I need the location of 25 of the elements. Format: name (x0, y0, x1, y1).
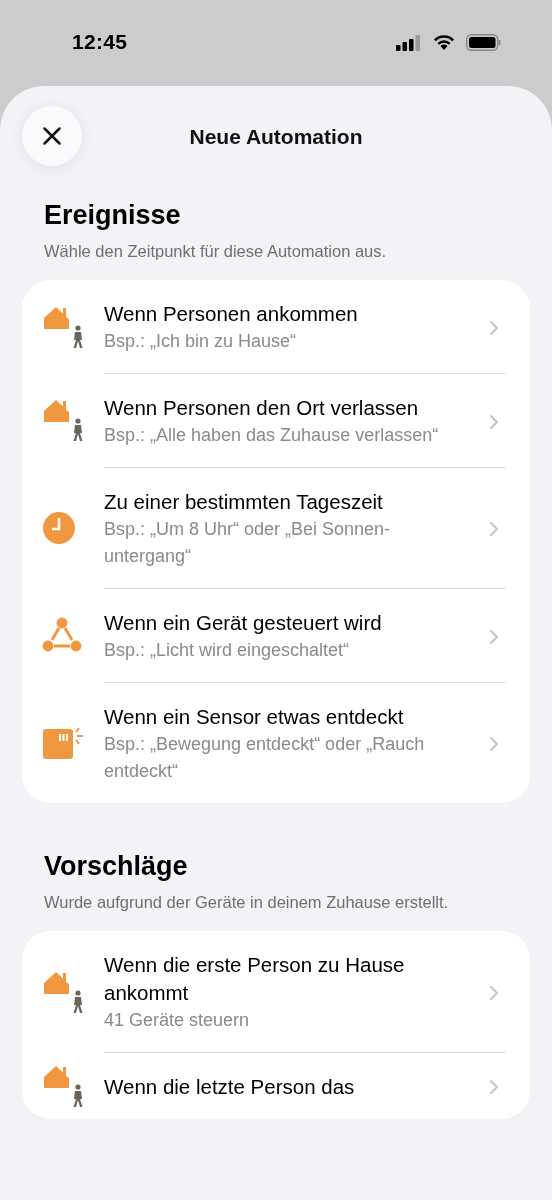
item-detail: Bsp.: „Um 8 Uhr“ oder „Bei Sonnen-untergang“ (104, 518, 392, 568)
item-title[interactable]: Wenn ein Sensor etwas entdeckt (104, 703, 452, 731)
item-detail: Bsp.: „Licht wird eingeschaltet“ (104, 639, 351, 662)
connected-dots-icon (42, 617, 82, 653)
signal-icon (396, 34, 422, 51)
status-time: 12:45 (72, 30, 128, 54)
sheet-title: Neue Automation (189, 125, 363, 149)
item-title[interactable]: Wenn die letzte Person das (104, 1073, 452, 1101)
section-subtitle: Wurde aufgrund der Geräte in deinem Zuhause erstellt. (43, 892, 450, 913)
item-title[interactable]: Wenn Personen ankommen (104, 300, 452, 328)
battery-icon (466, 34, 502, 51)
section-heading: Ereignisse (43, 200, 182, 231)
item-title[interactable]: Wenn die erste Person zu Hause ankommt (104, 951, 452, 1007)
clock-icon (42, 510, 76, 545)
item-title[interactable]: Wenn Personen den Ort verlassen (104, 394, 452, 422)
sensor-icon (42, 725, 84, 760)
section-heading: Vorschläge (43, 851, 189, 882)
section-subtitle: Wähle den Zeitpunkt für diese Automation aus. (43, 241, 388, 262)
item-title[interactable]: Wenn ein Gerät gesteuert wird (104, 609, 452, 637)
item-detail: 41 Geräte steuern (104, 1009, 251, 1032)
item-detail: Bsp.: „Ich bin zu Hause“ (104, 330, 298, 353)
item-title[interactable]: Zu einer bestimmten Tageszeit (104, 488, 452, 516)
item-detail: Bsp.: „Bewegung entdeckt“ oder „Rauch entdeckt“ (104, 733, 426, 783)
wifi-icon (432, 34, 456, 51)
item-detail: Bsp.: „Alle haben das Zuhause verlassen“ (104, 424, 440, 447)
